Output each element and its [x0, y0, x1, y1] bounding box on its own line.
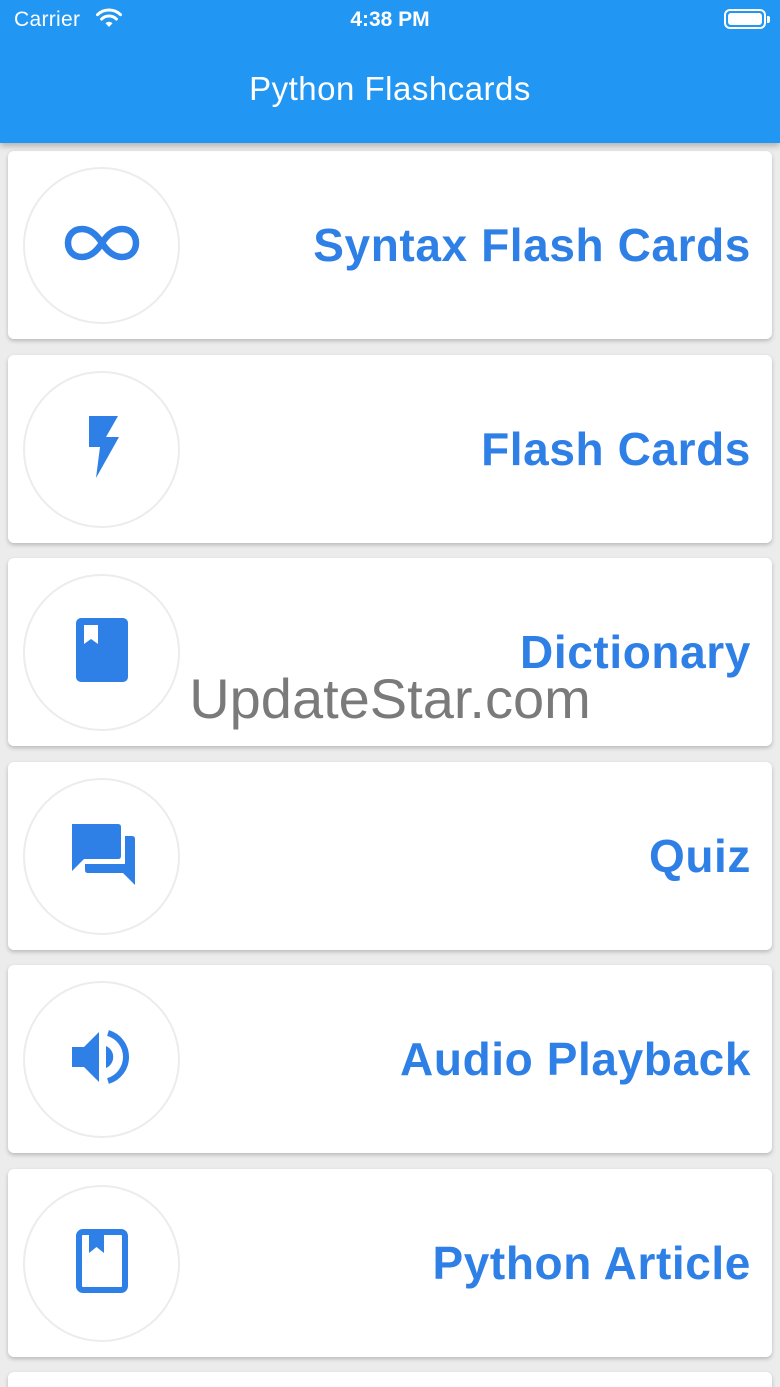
battery-icon: [724, 9, 770, 29]
menu-item-flash-cards[interactable]: Flash Cards: [8, 354, 772, 543]
infinity-icon: [64, 224, 140, 267]
icon-circle: [23, 777, 180, 935]
menu-item-audio-playback[interactable]: Audio Playback: [8, 965, 772, 1153]
lightning-bolt-icon: [84, 415, 120, 483]
book-icon: [75, 618, 128, 687]
menu-item-python-article[interactable]: Python Article: [8, 1168, 772, 1357]
menu-item-label: Syntax Flash Cards: [313, 219, 751, 271]
bookmark-book-outline-icon: [75, 1228, 128, 1298]
status-time: 4:38 PM: [350, 8, 430, 31]
menu-item-label: Audio Playback: [400, 1033, 751, 1085]
icon-circle: [23, 167, 180, 324]
icon-circle: [23, 574, 180, 731]
menu-item-syntax-flash-cards[interactable]: Syntax Flash Cards: [8, 151, 772, 339]
status-bar: Carrier 4:38 PM: [0, 0, 780, 40]
volume-icon: [71, 1029, 132, 1090]
menu-item-partial[interactable]: [8, 1372, 772, 1387]
menu-list: Syntax Flash Cards Flash Cards Dictionar…: [8, 151, 772, 1387]
icon-circle: [23, 370, 180, 528]
menu-item-label: Quiz: [648, 829, 751, 882]
menu-item-label: Python Article: [432, 1236, 751, 1289]
menu-item-dictionary[interactable]: Dictionary: [8, 558, 772, 746]
icon-circle: [23, 1184, 180, 1342]
forum-chat-icon: [69, 822, 135, 891]
menu-item-label: Dictionary: [520, 626, 751, 678]
menu-item-label: Flash Cards: [481, 422, 751, 475]
page-title: Python Flashcards: [249, 70, 531, 107]
menu-item-quiz[interactable]: Quiz: [8, 761, 772, 950]
icon-circle: [23, 981, 180, 1138]
app-header: Carrier 4:38 PM Python Flashcards: [0, 0, 780, 143]
